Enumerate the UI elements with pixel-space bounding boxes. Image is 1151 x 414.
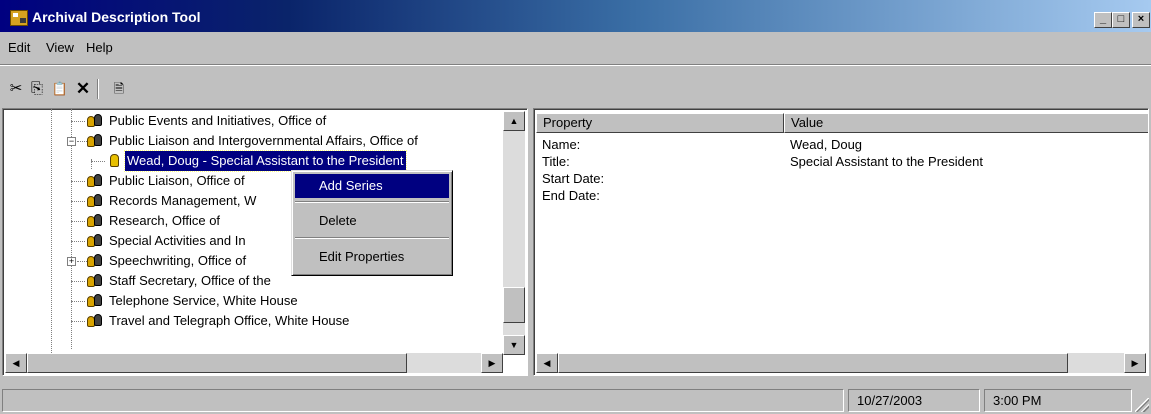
scroll-thumb[interactable] [27,353,407,373]
tree-item-label: Wead, Doug - Special Assistant to the Pr… [124,150,407,172]
tree-connector [77,261,87,262]
tree-item-label: Records Management, W [109,193,257,208]
window-title: Archival Description Tool [32,9,201,25]
context-menu: Add Series Delete Edit Properties [291,170,453,276]
tree-connector [71,121,85,122]
property-end-date-label: End Date: [542,188,600,203]
people-folder-icon [87,294,103,308]
title-bar[interactable]: Archival Description Tool _ □ × [0,0,1151,32]
copy-button[interactable]: ⎘ [26,78,48,100]
tree-connector [71,301,85,302]
paste-icon: 📋 [51,81,69,96]
status-bar: 10/27/2003 3:00 PM [0,386,1151,414]
property-title-value: Special Assistant to the President [790,154,983,169]
status-date: 10/27/2003 [848,389,980,412]
properties-icon: 🗎 [113,81,125,96]
app-icon[interactable] [10,10,28,26]
tree-connector [71,221,85,222]
scroll-right-icon[interactable]: ▶ [1124,353,1146,373]
property-name-value: Wead, Doug [790,137,863,152]
tree-connector [71,241,85,242]
tree-guide-line [51,109,52,353]
scroll-down-icon[interactable]: ▼ [503,335,525,355]
tree-item[interactable]: − Public Liaison and Intergovernmental A… [59,131,519,151]
tree-item-label: Telephone Service, White House [109,293,298,308]
resize-grip-icon[interactable] [1135,398,1149,412]
people-folder-icon [87,114,103,128]
scroll-right-icon[interactable]: ▶ [481,353,503,373]
people-folder-icon [87,134,103,148]
property-name-label: Name: [542,137,581,152]
context-menu-delete[interactable]: Delete [295,209,449,233]
scroll-thumb[interactable] [503,287,525,323]
tree-connector [71,321,85,322]
people-folder-icon [87,274,103,288]
people-folder-icon [87,254,103,268]
scroll-up-icon[interactable]: ▲ [503,111,525,131]
person-icon [107,154,123,168]
tree-item-label: Public Events and Initiatives, Office of [109,113,327,128]
tree-item-label: Research, Office of [109,213,221,228]
tree-connector [71,281,85,282]
menu-bar: Edit View Help [0,36,1151,60]
status-time: 3:00 PM [984,389,1132,412]
status-message [2,389,844,412]
properties-horizontal-scrollbar[interactable]: ◀ ▶ [536,353,1146,373]
people-folder-icon [87,214,103,228]
close-button[interactable]: × [1132,12,1150,28]
context-menu-separator [295,237,449,239]
column-header-property[interactable]: Property [536,113,784,133]
tree-horizontal-scrollbar[interactable]: ◀ ▶ [5,353,503,373]
scroll-left-icon[interactable]: ◀ [536,353,558,373]
tree-item-label: Public Liaison and Intergovernmental Aff… [109,133,418,148]
tree-item[interactable]: Public Events and Initiatives, Office of [71,111,511,131]
people-folder-icon [87,234,103,248]
people-folder-icon [87,314,103,328]
toolbar: ✂ ⎘ 📋 ✕ 🗎 [0,64,1151,106]
delete-button[interactable]: ✕ [72,78,94,100]
scroll-thumb[interactable] [558,353,1068,373]
tree-connector [71,201,85,202]
tree-item-label: Travel and Telegraph Office, White House [109,313,350,328]
properties-pane[interactable]: Property Value Name: Wead, Doug Title: S… [533,108,1149,376]
minimize-button[interactable]: _ [1094,12,1112,28]
collapse-icon[interactable]: − [67,137,76,146]
properties-button[interactable]: 🗎 [108,78,130,100]
toolbar-separator [97,79,99,99]
tree-item-selected[interactable]: Wead, Doug - Special Assistant to the Pr… [91,150,521,172]
tree-vertical-scrollbar[interactable]: ▲ ▼ [503,111,525,355]
tree-item-label: Special Activities and In [109,233,246,248]
tree-item-label: Staff Secretary, Office of the [109,273,271,288]
context-menu-separator [295,201,449,203]
people-folder-icon [87,174,103,188]
cut-button[interactable]: ✂ [5,78,27,100]
tree-item[interactable]: Travel and Telegraph Office, White House [71,311,511,331]
tree-connector [77,141,87,142]
property-start-date-label: Start Date: [542,171,605,186]
copy-icon: ⎘ [30,80,43,97]
column-header-value[interactable]: Value [784,113,1148,133]
paste-button[interactable]: 📋 [49,78,71,100]
tree-item-label: Speechwriting, Office of [109,253,247,268]
menu-edit[interactable]: Edit [8,40,30,55]
app-window: Archival Description Tool _ □ × Edit Vie… [0,0,1151,414]
tree-connector [91,161,105,162]
scissors-icon: ✂ [9,80,23,97]
property-title-label: Title: [542,154,570,169]
tree-item[interactable]: Telephone Service, White House [71,291,511,311]
menu-help[interactable]: Help [86,40,113,55]
maximize-button[interactable]: □ [1112,12,1130,28]
people-folder-icon [87,194,103,208]
expand-icon[interactable]: + [67,257,76,266]
tree-item-label: Public Liaison, Office of [109,173,245,188]
menu-view[interactable]: View [46,40,74,55]
context-menu-add-series[interactable]: Add Series [295,174,449,198]
delete-x-icon: ✕ [75,79,91,98]
scroll-left-icon[interactable]: ◀ [5,353,27,373]
tree-connector [71,181,85,182]
context-menu-edit-properties[interactable]: Edit Properties [295,245,449,269]
